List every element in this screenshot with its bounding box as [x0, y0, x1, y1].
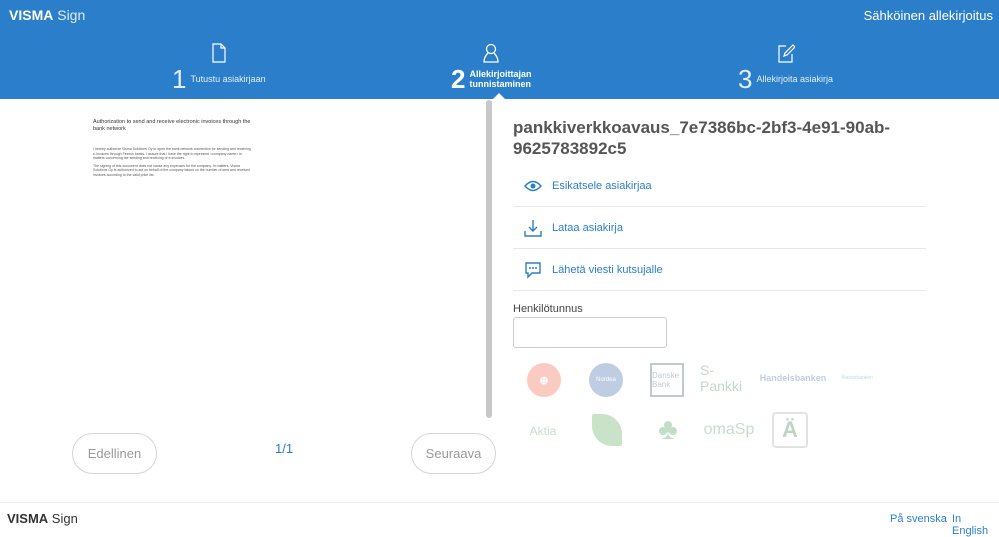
swedish-link[interactable]: På svenska: [890, 513, 947, 525]
step-label-line2: tunnistaminen: [469, 79, 531, 89]
header-title: Sähköinen allekirjoitus: [863, 8, 993, 23]
bank-saastopankki[interactable]: ♣: [650, 413, 686, 447]
step-number: 2: [451, 64, 466, 94]
action-label: Lataa asiakirja: [552, 221, 623, 234]
step-2[interactable]: 2 Allekirjoittajan tunnistaminen: [451, 42, 531, 92]
logo-brand: VISMA: [7, 511, 49, 526]
bank-name: omaSp: [703, 421, 755, 438]
edit-icon: [777, 44, 795, 63]
step-label: Allekirjoita asiakirja: [756, 74, 833, 84]
preview-document-link[interactable]: Esikatsele asiakirjaa: [513, 165, 926, 207]
document-page: Authorization to send and receive electr…: [93, 119, 253, 180]
footer: VISMA Sign På svenska In English: [0, 502, 999, 537]
logo-brand: VISMA: [9, 7, 54, 23]
document-paragraph: I hereby authorize Visma Solutions Oy to…: [93, 147, 251, 160]
action-label: Esikatsele asiakirjaa: [552, 179, 652, 192]
document-heading: Authorization to send and receive electr…: [93, 119, 251, 132]
signer-panel: pankkiverkkoavaus_7e7386bc-2bf3-4e91-90a…: [513, 117, 926, 348]
ssn-label: Henkilötunnus: [513, 303, 583, 315]
send-message-link[interactable]: Lähetä viesti kutsujalle: [513, 249, 926, 291]
bank-s-pankki[interactable]: S-Pankki: [700, 362, 754, 394]
step-number: 1: [172, 64, 187, 94]
user-icon: [483, 43, 499, 63]
bank-op[interactable]: ⊕: [527, 363, 561, 397]
page-indicator: 1/1: [275, 441, 294, 456]
bank-omasp[interactable]: omaSp: [702, 418, 756, 442]
bank-name: Ålandsbanken: [841, 375, 873, 381]
step-label: Tutustu asiakirjaan: [190, 74, 266, 84]
ssn-input[interactable]: [513, 317, 667, 348]
document-title: pankkiverkkoavaus_7e7386bc-2bf3-4e91-90a…: [513, 118, 891, 158]
bank-name: Aktia: [529, 424, 557, 438]
bank-name: Danske Bank: [652, 371, 680, 389]
bank-alandsbanken[interactable]: Ålandsbanken: [828, 370, 886, 386]
download-icon: [524, 219, 542, 237]
bank-name: Nordea: [596, 377, 616, 383]
english-link[interactable]: In English: [952, 513, 999, 537]
document-paragraph: The signing of this document does not ca…: [93, 163, 251, 177]
eye-icon: [524, 180, 542, 191]
chat-icon: [525, 261, 541, 279]
bank-aktia[interactable]: Aktia: [525, 413, 561, 449]
download-document-link[interactable]: Lataa asiakirja: [513, 207, 926, 249]
bank-name: S-Pankki: [700, 362, 743, 394]
bank-danske[interactable]: Danske Bank: [650, 363, 684, 397]
bank-name: Handelsbanken: [759, 373, 827, 383]
logo-product: Sign: [51, 511, 78, 526]
logo-product: Sign: [57, 7, 86, 23]
bank-pop[interactable]: [592, 414, 622, 446]
bank-handelsbanken[interactable]: Handelsbanken: [759, 370, 827, 386]
step-3[interactable]: 3 Allekirjoita asiakirja: [738, 42, 833, 92]
next-button[interactable]: Seuraava: [411, 433, 496, 474]
step-label-line1: Allekirjoittajan: [469, 69, 532, 79]
header: VISMA Sign Sähköinen allekirjoitus 1 Tutu…: [0, 0, 999, 99]
action-label: Lähetä viesti kutsujalle: [552, 263, 663, 276]
document-icon: [212, 43, 226, 63]
footer-logo: VISMA Sign: [7, 511, 78, 526]
bank-alandsbanken-a[interactable]: Ä: [772, 412, 808, 448]
visma-sign-logo: VISMA Sign: [9, 7, 85, 23]
step-1[interactable]: 1 Tutustu asiakirjaan: [172, 42, 266, 92]
active-step-caret: [493, 93, 505, 99]
bank-nordea[interactable]: Nordea: [589, 363, 623, 397]
previous-button[interactable]: Edellinen: [72, 433, 157, 474]
step-number: 3: [738, 64, 753, 94]
document-scrollbar[interactable]: [486, 100, 492, 418]
